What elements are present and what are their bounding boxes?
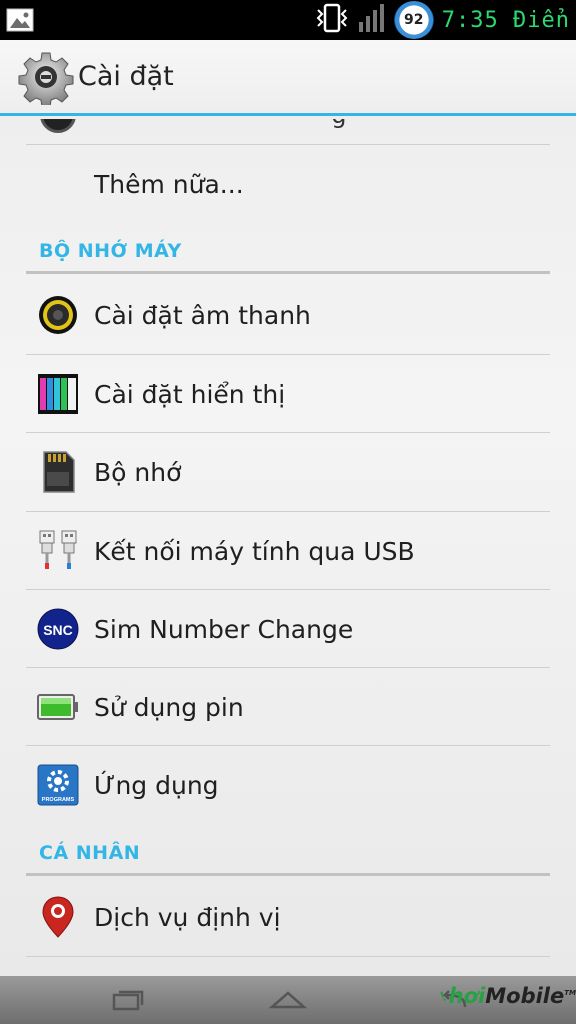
recent-apps-icon[interactable] (104, 976, 152, 1024)
list-item-display-settings[interactable]: Cài đặt hiển thị (0, 355, 576, 433)
list-item-label: Ứng dụng (94, 770, 219, 800)
list-item-applications[interactable]: PROGRAMS Ứng dụng (0, 746, 576, 824)
section-divider (26, 271, 550, 274)
watermark-brand: Mobile (485, 984, 565, 1008)
list-item-label: Kết nối máy tính qua USB (94, 536, 415, 566)
watermark-prefix: hơi (448, 984, 486, 1008)
programs-icon-text: PROGRAMS (42, 797, 75, 803)
section-header-personal: CÁ NHÂN (0, 818, 576, 876)
sd-card-icon (37, 451, 79, 493)
partial-item-label: - · - · - · - · - · - · g · (94, 119, 368, 129)
list-item-label: Dịch vụ định vị (94, 902, 281, 932)
location-pin-icon (37, 896, 79, 938)
display-bars-icon (37, 373, 79, 415)
list-item-more[interactable]: Thêm nữa... (0, 145, 576, 223)
signal-icon (358, 2, 386, 38)
list-item-battery-usage[interactable]: Sử dụng pin (0, 668, 576, 746)
watermark-tm: TM (564, 989, 576, 997)
section-divider (26, 873, 550, 876)
image-icon (0, 0, 40, 40)
action-bar: Cài đặt (0, 40, 576, 116)
battery-icon (37, 686, 79, 728)
list-item-storage[interactable]: Bộ nhớ (0, 433, 576, 511)
section-title: BỘ NHỚ MÁY (39, 240, 182, 262)
battery-badge-icon: 92 (393, 1, 434, 39)
status-bar: 92 7:35 Điển (0, 0, 576, 40)
list-item-sim-number-change[interactable]: SNC Sim Number Change (0, 590, 576, 668)
home-icon[interactable] (262, 976, 314, 1024)
vibrate-icon (314, 3, 350, 37)
settings-gear-icon[interactable] (18, 49, 74, 107)
usb-icon (37, 530, 79, 572)
list-item-location-services[interactable]: Dịch vụ định vị (0, 878, 576, 956)
section-title: CÁ NHÂN (39, 842, 141, 864)
phone-handset-icon (440, 991, 447, 1001)
list-item-label: Thêm nữa... (94, 169, 244, 199)
list-item-partial[interactable]: - · - · - · - · - · - · g · (0, 119, 576, 145)
programs-icon: PROGRAMS (37, 764, 79, 806)
snc-icon-text: SNC (43, 622, 73, 638)
speaker-icon (37, 294, 79, 336)
watermark-text: hơiMobileTM (449, 984, 576, 1008)
section-header-device-memory: BỘ NHỚ MÁY (0, 216, 576, 274)
list-item-label: Sử dụng pin (94, 692, 244, 722)
divider (26, 956, 550, 957)
snc-icon: SNC (37, 608, 79, 650)
status-time: 7:35 Điển (441, 7, 570, 33)
page-title: Cài đặt (78, 61, 174, 92)
list-item-label: Bộ nhớ (94, 457, 182, 487)
list-item-label: Cài đặt âm thanh (94, 300, 311, 330)
list-item-label: Cài đặt hiển thị (94, 379, 286, 409)
partial-item-icon (40, 119, 76, 133)
watermark-logo: hơiMobileTM (440, 968, 576, 1024)
list-item-sound-settings[interactable]: Cài đặt âm thanh (0, 276, 576, 354)
list-item-label: Sim Number Change (94, 614, 354, 644)
list-item-usb-connection[interactable]: Kết nối máy tính qua USB (0, 512, 576, 590)
